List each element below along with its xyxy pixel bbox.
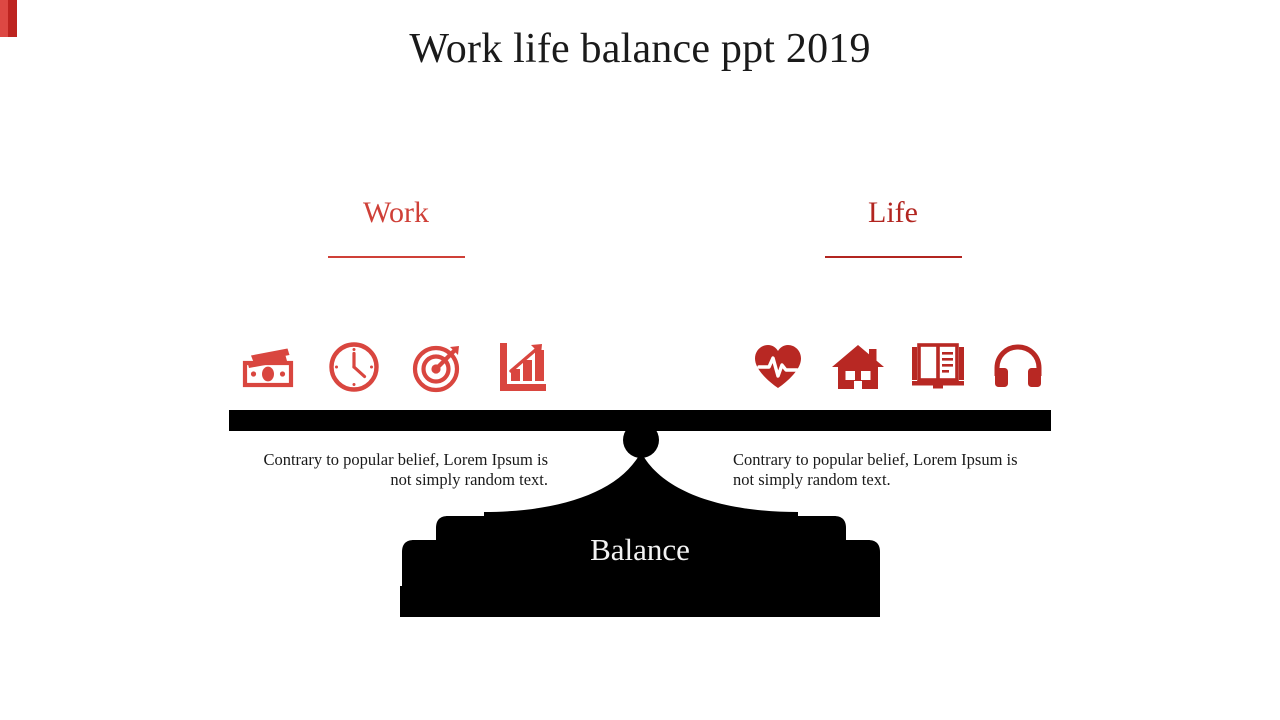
scale-base-plinth bbox=[400, 586, 880, 617]
icon-row-work bbox=[240, 338, 552, 396]
column-heading-life: Life bbox=[753, 198, 1033, 258]
open-book-icon bbox=[908, 338, 968, 396]
balance-scale-graphic bbox=[229, 410, 1051, 617]
clock-icon bbox=[324, 338, 384, 396]
description-work: Contrary to popular belief, Lorem Ipsum … bbox=[263, 450, 548, 490]
column-heading-work-label: Work bbox=[363, 196, 429, 229]
target-icon bbox=[408, 338, 468, 396]
page-title: Work life balance ppt 2019 bbox=[409, 26, 871, 72]
scale-pivot-knob bbox=[623, 422, 659, 458]
money-icon bbox=[240, 338, 300, 396]
column-heading-work-underline bbox=[327, 256, 465, 258]
balance-label: Balance bbox=[590, 532, 690, 567]
growth-chart-icon bbox=[492, 338, 552, 396]
column-heading-life-label: Life bbox=[868, 196, 918, 229]
column-heading-work: Work bbox=[256, 198, 536, 258]
description-life: Contrary to popular belief, Lorem Ipsum … bbox=[733, 450, 1018, 490]
scale-beam bbox=[229, 410, 1051, 431]
column-heading-life-underline bbox=[824, 256, 962, 258]
heart-pulse-icon bbox=[748, 338, 808, 396]
icon-row-life bbox=[748, 338, 1048, 396]
home-icon bbox=[828, 338, 888, 396]
headphones-icon bbox=[988, 338, 1048, 396]
